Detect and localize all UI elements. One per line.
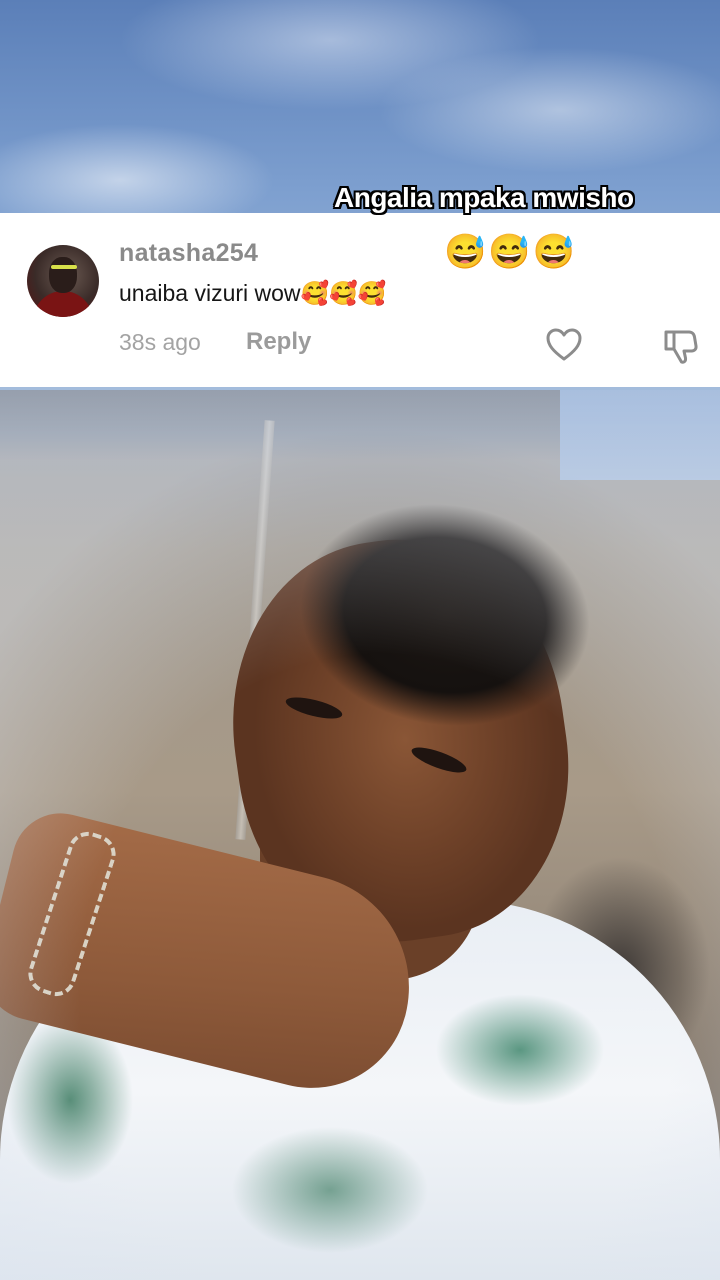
thumbs-down-outline-icon[interactable] [662, 327, 698, 365]
video-caption: Angalia mpaka mwisho [334, 182, 634, 213]
avatar-face [49, 257, 77, 293]
comment-text: unaiba vizuri wow🥰🥰🥰 [119, 280, 387, 306]
comment-username[interactable]: natasha254 [119, 239, 258, 268]
reply-button[interactable]: Reply [246, 328, 311, 356]
video-frame-sky-patch [560, 390, 720, 480]
comment-timestamp: 38s ago [119, 329, 201, 355]
reply-comment-card[interactable]: natasha254 unaiba vizuri wow🥰🥰🥰 38s ago … [0, 213, 720, 387]
avatar-glasses [51, 265, 77, 269]
avatar[interactable] [27, 245, 99, 317]
heart-outline-icon[interactable] [545, 327, 583, 363]
caption-emojis: 😅😅😅 [444, 233, 578, 271]
video-player[interactable]: natasha254 unaiba vizuri wow🥰🥰🥰 38s ago … [0, 0, 720, 1280]
avatar-body [33, 291, 93, 317]
